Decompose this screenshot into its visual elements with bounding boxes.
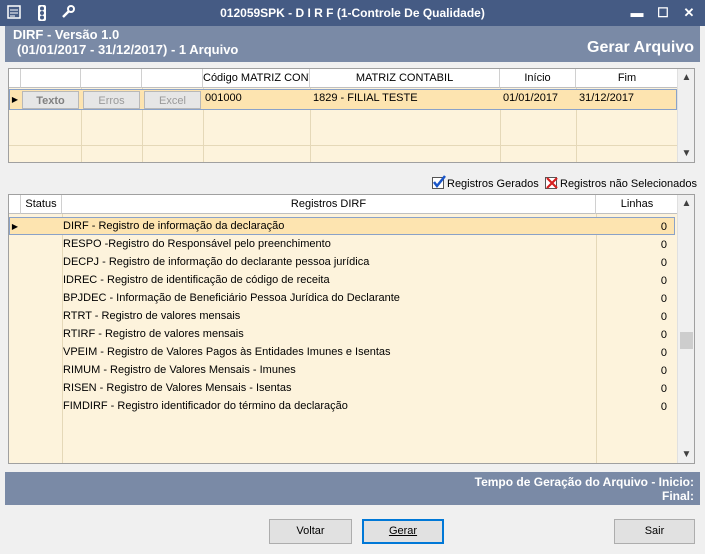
- record-name: VPEIM - Registro de Valores Pagos às Ent…: [63, 346, 391, 358]
- record-name: RTRT - Registro de valores mensais: [63, 310, 241, 322]
- record-lines: 0: [660, 329, 667, 341]
- status-band: Tempo de Geração do Arquivo - Inicio: Fi…: [5, 472, 700, 505]
- header-indicator: [9, 69, 21, 88]
- record-lines: 0: [660, 401, 667, 413]
- excel-button[interactable]: Excel: [144, 91, 201, 109]
- record-lines: 0: [660, 347, 667, 359]
- row-divider: [9, 145, 677, 146]
- header-band: DIRF - Versão 1.0 (01/01/2017 - 31/12/20…: [5, 26, 700, 62]
- header-inicio: Início: [500, 69, 576, 88]
- checked-checkbox-icon: [432, 175, 446, 189]
- header-col-2: [81, 69, 142, 88]
- record-name: RTIRF - Registro de valores mensais: [63, 328, 244, 340]
- maximize-button[interactable]: ☐: [654, 4, 672, 22]
- header-title: DIRF - Versão 1.0: [13, 27, 120, 42]
- header-col-1: [21, 69, 81, 88]
- header-period: (01/01/2017 - 31/12/2017) - 1 Arquivo: [17, 42, 239, 57]
- generation-time-end: Final:: [662, 489, 694, 503]
- table-row[interactable]: IDREC - Registro de identificação de cód…: [9, 273, 675, 291]
- header-status: Status: [21, 195, 62, 214]
- codigo-cell: 001000: [205, 92, 242, 104]
- record-name: DECPJ - Registro de informação do declar…: [63, 256, 370, 268]
- table-row[interactable]: BPJDEC - Informação de Beneficiário Pess…: [9, 291, 675, 309]
- legend-generated: Registros Gerados: [432, 175, 539, 192]
- record-lines: 0: [660, 311, 667, 323]
- record-name: RESPO -Registro do Responsável pelo pree…: [63, 238, 331, 250]
- legend-not-selected-label: Registros não Selecionados: [560, 178, 697, 190]
- scroll-up-icon[interactable]: ▲: [678, 69, 695, 86]
- records-grid[interactable]: Status Registros DIRF Linhas ▶ DIRF - Re…: [8, 194, 695, 464]
- header-action-title: Gerar Arquivo: [587, 39, 694, 56]
- header-col-3: [142, 69, 203, 88]
- record-lines: 0: [660, 239, 667, 251]
- table-row[interactable]: RISEN - Registro de Valores Mensais - Is…: [9, 381, 675, 399]
- record-lines: 0: [660, 257, 667, 269]
- table-row[interactable]: FIMDIRF - Registro identificador do térm…: [9, 399, 675, 417]
- sair-button[interactable]: Sair: [614, 519, 695, 544]
- record-lines: 0: [660, 293, 667, 305]
- record-name: BPJDEC - Informação de Beneficiário Pess…: [63, 292, 400, 304]
- inicio-cell: 01/01/2017: [503, 92, 559, 104]
- table-row[interactable]: RTRT - Registro de valores mensais 0: [9, 309, 675, 327]
- close-button[interactable]: ✕: [680, 4, 698, 22]
- record-lines: 0: [660, 221, 667, 233]
- gerar-button[interactable]: Gerar: [362, 519, 444, 544]
- header-matriz: MATRIZ CONTABIL: [310, 69, 500, 88]
- table-row[interactable]: RTIRF - Registro de valores mensais 0: [9, 327, 675, 345]
- files-grid[interactable]: Código MATRIZ CONTABIL MATRIZ CONTABIL I…: [8, 68, 695, 163]
- record-name: RIMUM - Registro de Valores Mensais - Im…: [63, 364, 296, 376]
- record-name: IDREC - Registro de identificação de cód…: [63, 274, 330, 286]
- header-linhas: Linhas: [596, 195, 677, 214]
- table-row[interactable]: RIMUM - Registro de Valores Mensais - Im…: [9, 363, 675, 381]
- voltar-button[interactable]: Voltar: [269, 519, 352, 544]
- table-row[interactable]: DIRF - Registro de informação da declara…: [9, 219, 675, 237]
- legend-generated-label: Registros Gerados: [447, 178, 539, 190]
- matriz-cell: 1829 - FILIAL TESTE: [313, 92, 418, 104]
- header-registros: Registros DIRF: [62, 195, 596, 214]
- header-fim: Fim: [576, 69, 677, 88]
- minimize-button[interactable]: ▬: [628, 4, 646, 22]
- fim-cell: 31/12/2017: [579, 92, 635, 104]
- table-row[interactable]: RESPO -Registro do Responsável pelo pree…: [9, 237, 675, 255]
- record-name: DIRF - Registro de informação da declara…: [63, 220, 285, 232]
- record-name: FIMDIRF - Registro identificador do térm…: [63, 400, 348, 412]
- record-lines: 0: [660, 365, 667, 377]
- scroll-up-icon[interactable]: ▲: [678, 195, 695, 212]
- header-codigo: Código MATRIZ CONTABIL: [203, 69, 310, 88]
- scroll-down-icon[interactable]: ▼: [678, 145, 695, 162]
- erros-button[interactable]: Erros: [83, 91, 140, 109]
- title-bar: 012059SPK - D I R F (1-Controle De Quali…: [0, 0, 705, 26]
- records-grid-scrollbar[interactable]: ▲ ▼: [677, 195, 694, 463]
- table-row[interactable]: DECPJ - Registro de informação do declar…: [9, 255, 675, 273]
- legend-not-selected: Registros não Selecionados: [545, 176, 697, 192]
- window-title: 012059SPK - D I R F (1-Controle De Quali…: [220, 6, 485, 20]
- row-indicator-icon: ▶: [11, 95, 19, 104]
- unselected-checkbox-icon: [545, 177, 558, 189]
- texto-button[interactable]: Texto: [22, 91, 79, 109]
- generation-time-start: Tempo de Geração do Arquivo - Inicio:: [474, 475, 694, 489]
- files-grid-scrollbar[interactable]: ▲ ▼: [677, 69, 694, 162]
- gerar-button-label: Gerar: [388, 525, 418, 537]
- table-row[interactable]: VPEIM - Registro de Valores Pagos às Ent…: [9, 345, 675, 363]
- record-name: RISEN - Registro de Valores Mensais - Is…: [63, 382, 292, 394]
- header-indicator: [9, 195, 21, 214]
- record-lines: 0: [660, 383, 667, 395]
- scroll-down-icon[interactable]: ▼: [678, 446, 695, 463]
- scroll-thumb[interactable]: [680, 332, 693, 349]
- record-lines: 0: [660, 275, 667, 287]
